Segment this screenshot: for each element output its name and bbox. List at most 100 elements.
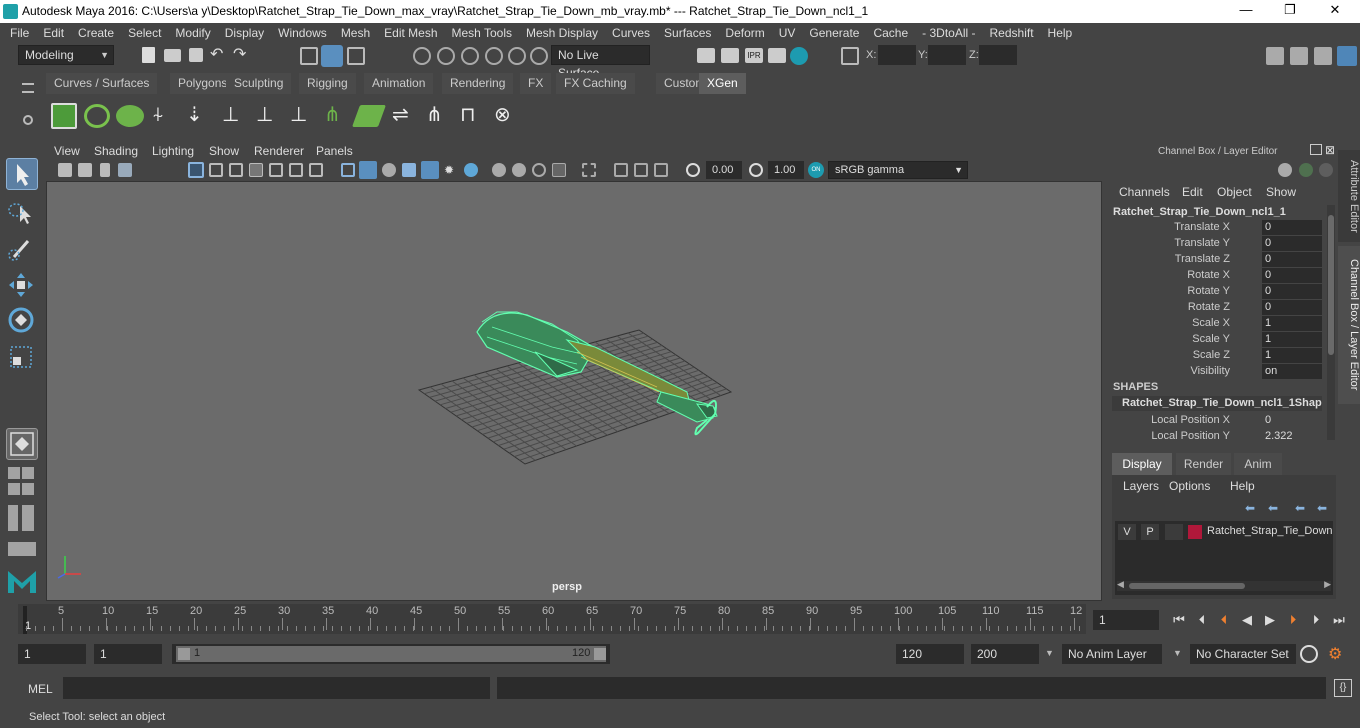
menu-curves[interactable]: Curves bbox=[605, 23, 657, 43]
maximize-button[interactable]: ❐ bbox=[1280, 2, 1300, 20]
scroll-left-icon[interactable]: ◀ bbox=[1117, 579, 1124, 590]
minimize-button[interactable]: — bbox=[1236, 2, 1256, 20]
open-scene-icon[interactable] bbox=[164, 49, 181, 62]
shelf-tab-fx-caching[interactable]: FX Caching bbox=[556, 73, 635, 94]
motion-blur-icon[interactable] bbox=[512, 163, 526, 177]
channel-box-icon-b[interactable] bbox=[1299, 163, 1313, 177]
viewport-menu-panels[interactable]: Panels bbox=[316, 144, 353, 158]
move-layer-up-icon[interactable]: ⬅ bbox=[1245, 501, 1255, 515]
wireframe-icon[interactable] bbox=[341, 163, 355, 177]
channel-box-icon-c[interactable] bbox=[1319, 163, 1333, 177]
menu-deform[interactable]: Deform bbox=[718, 23, 771, 43]
hypershade-icon[interactable] bbox=[790, 47, 808, 65]
scrollbar-thumb[interactable] bbox=[1328, 215, 1334, 355]
shelf-tab-curves-surfaces[interactable]: Curves / Surfaces bbox=[46, 73, 158, 94]
viewport-menu-shading[interactable]: Shading bbox=[94, 144, 138, 158]
ambient-occlusion-icon[interactable] bbox=[492, 163, 506, 177]
playback-start-field[interactable]: 1 bbox=[94, 644, 162, 664]
menu-modify[interactable]: Modify bbox=[168, 23, 217, 43]
new-scene-icon[interactable] bbox=[142, 47, 155, 63]
animation-end-field[interactable]: 200 bbox=[971, 644, 1039, 664]
channel-label[interactable]: Translate Y bbox=[1174, 237, 1230, 249]
smooth-shade-icon[interactable] bbox=[359, 161, 377, 179]
save-scene-icon[interactable] bbox=[189, 48, 203, 62]
go-to-end-icon[interactable]: ⏭ bbox=[1330, 612, 1348, 628]
xgen-delete-icon[interactable]: ⊗ bbox=[494, 103, 518, 129]
exposure-field[interactable]: 0.00 bbox=[706, 161, 742, 179]
resolution-gate-icon[interactable] bbox=[229, 163, 243, 177]
layer-tab-anim[interactable]: Anim bbox=[1234, 453, 1282, 475]
xgen-guide-visibility-icon[interactable]: ⊥ bbox=[256, 103, 280, 129]
color-management-icon[interactable]: ON bbox=[808, 162, 824, 178]
ipr-render-icon[interactable]: IPR bbox=[745, 48, 763, 63]
viewport-menu-lighting[interactable]: Lighting bbox=[152, 144, 194, 158]
range-slider-bar[interactable] bbox=[176, 646, 606, 662]
xgen-sculpt-guides-icon[interactable]: ⇣ bbox=[186, 103, 210, 129]
outliner-layout-icon[interactable] bbox=[8, 542, 36, 556]
mode-selector[interactable]: Modeling ▼ bbox=[18, 45, 114, 65]
shelf-tab-xgen[interactable]: XGen bbox=[699, 73, 746, 94]
render-settings-icon[interactable] bbox=[697, 48, 715, 63]
channel-value[interactable]: 1 bbox=[1262, 332, 1322, 347]
float-panel-icon[interactable] bbox=[1310, 144, 1322, 155]
menu-file[interactable]: File bbox=[3, 23, 36, 43]
shelf-tab-rendering[interactable]: Rendering bbox=[442, 73, 514, 94]
shadows-icon[interactable] bbox=[464, 163, 478, 177]
side-by-side-layout-icon[interactable] bbox=[8, 505, 36, 531]
attribute-editor-side-tab[interactable]: Attribute Editor bbox=[1338, 150, 1360, 242]
menu-cache[interactable]: Cache bbox=[866, 23, 915, 43]
layer-tab-render[interactable]: Render bbox=[1176, 453, 1231, 475]
attribute-editor-toggle-icon[interactable] bbox=[1290, 47, 1308, 65]
rotate-tool-icon[interactable] bbox=[6, 305, 38, 337]
menu-mesh-display[interactable]: Mesh Display bbox=[519, 23, 605, 43]
make-live-icon[interactable] bbox=[530, 47, 548, 65]
new-layer-selected-icon[interactable]: ⬅ bbox=[1317, 501, 1327, 515]
live-surface-field[interactable]: No Live Surface bbox=[551, 45, 650, 80]
shelf-tab-rigging[interactable]: Rigging bbox=[299, 73, 356, 94]
xgen-preview-icon[interactable] bbox=[84, 104, 110, 128]
shape-channel-label[interactable]: Local Position X bbox=[1151, 414, 1230, 426]
character-set-chevron-icon[interactable]: ▼ bbox=[1173, 648, 1182, 658]
menu-windows[interactable]: Windows bbox=[271, 23, 334, 43]
channel-label[interactable]: Scale Z bbox=[1193, 349, 1230, 361]
layer-playback-toggle[interactable]: P bbox=[1141, 524, 1159, 540]
time-slider[interactable]: 1 5 10 15 20 25 30 35 40 45 50 55 60 65 70 75 80 85 90 95 1… bbox=[18, 604, 1086, 634]
grid-toggle-icon[interactable] bbox=[188, 162, 204, 178]
xgen-grooming-icon[interactable]: ⋔ bbox=[426, 103, 450, 129]
modeling-toolkit-icon[interactable] bbox=[1266, 47, 1284, 65]
bookmark-icon[interactable] bbox=[100, 163, 110, 177]
cb-menu-object[interactable]: Object bbox=[1217, 185, 1252, 199]
select-hierarchy-icon[interactable] bbox=[300, 47, 318, 65]
channel-value[interactable]: 0 bbox=[1262, 300, 1322, 315]
go-to-start-icon[interactable]: ⏮ bbox=[1170, 612, 1188, 628]
menu-mesh[interactable]: Mesh bbox=[334, 23, 377, 43]
menu-create[interactable]: Create bbox=[71, 23, 121, 43]
channel-value[interactable]: 0 bbox=[1262, 236, 1322, 251]
xray-components-icon[interactable] bbox=[654, 163, 668, 177]
step-back-key-icon[interactable]: ⏴ bbox=[1215, 612, 1233, 628]
range-slider[interactable]: 1 120 bbox=[172, 644, 610, 664]
tool-settings-toggle-icon[interactable] bbox=[1314, 47, 1332, 65]
menu-surfaces[interactable]: Surfaces bbox=[657, 23, 718, 43]
shelf-menu-icon[interactable] bbox=[22, 83, 34, 93]
field-chart-icon[interactable] bbox=[269, 163, 283, 177]
viewport-menu-renderer[interactable]: Renderer bbox=[254, 144, 304, 158]
render-view-icon[interactable] bbox=[768, 48, 786, 63]
layer-row[interactable]: V P Ratchet_Strap_Tie_Down bbox=[1115, 523, 1333, 541]
shelf-settings-icon[interactable] bbox=[23, 115, 33, 125]
layer-display-type[interactable] bbox=[1165, 524, 1183, 540]
select-object-icon[interactable] bbox=[321, 45, 343, 67]
menu-3dtoall[interactable]: - 3DtoAll - bbox=[915, 23, 982, 43]
animation-preferences-icon[interactable]: ⚙ bbox=[1328, 644, 1342, 664]
use-all-lights-icon[interactable] bbox=[402, 163, 416, 177]
close-panel-icon[interactable]: ⊠ bbox=[1325, 143, 1335, 157]
step-back-frame-icon[interactable]: ⏴ bbox=[1193, 612, 1211, 628]
shelf-tab-animation[interactable]: Animation bbox=[364, 73, 434, 94]
cb-menu-show[interactable]: Show bbox=[1266, 185, 1296, 199]
snap-view-plane-icon[interactable] bbox=[508, 47, 526, 65]
perspective-viewport[interactable]: persp bbox=[46, 181, 1102, 601]
range-start-handle[interactable] bbox=[178, 648, 190, 660]
transform-mode-icon[interactable] bbox=[841, 47, 859, 65]
xgen-guide-lock-icon[interactable]: ⊥ bbox=[290, 103, 314, 129]
close-button[interactable]: ✕ bbox=[1325, 2, 1345, 20]
